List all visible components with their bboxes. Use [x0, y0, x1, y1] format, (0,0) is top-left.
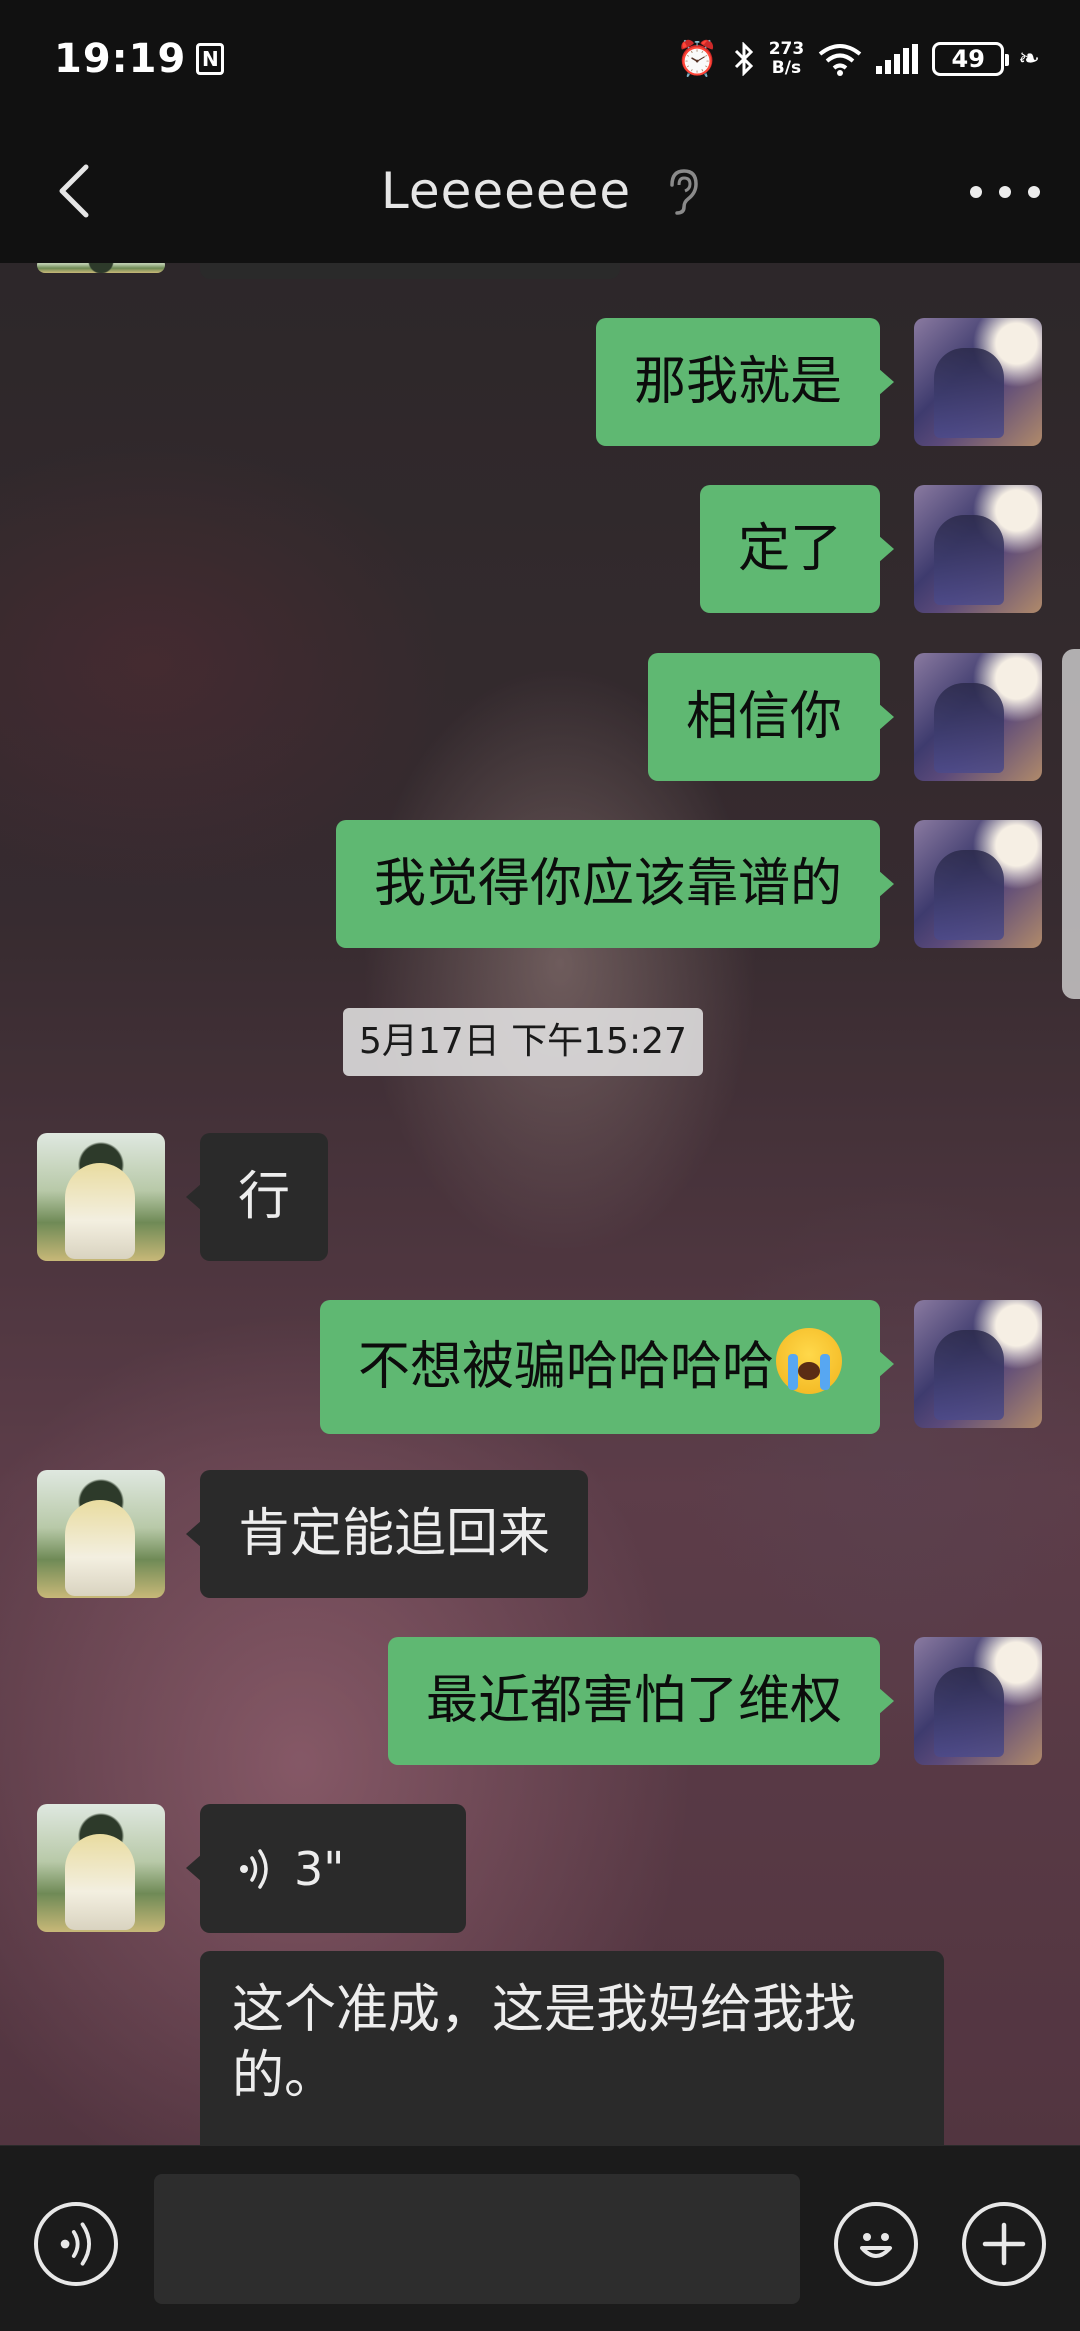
- contact-avatar[interactable]: [37, 263, 165, 273]
- wifi-icon: [818, 44, 862, 76]
- scrollbar-handle[interactable]: [1062, 649, 1080, 999]
- more-dot-icon: [999, 186, 1011, 198]
- cellular-signal-icon: [876, 44, 919, 74]
- voice-input-toggle-button[interactable]: [34, 2202, 118, 2286]
- power-saving-leaf-icon: ❧: [1018, 44, 1040, 74]
- message-timestamp: 5月17日 下午15:27: [343, 1008, 703, 1076]
- status-icons: ⏰ 273 B/s 49 ❧: [676, 40, 1040, 78]
- voice-duration: 3": [294, 1842, 345, 1896]
- network-speed-value: 273: [768, 39, 805, 59]
- sent-message-bubble[interactable]: 定了: [699, 485, 895, 613]
- back-button[interactable]: [44, 158, 104, 224]
- my-avatar[interactable]: [914, 1300, 1042, 1428]
- my-avatar[interactable]: [914, 1637, 1042, 1765]
- sent-message-bubble[interactable]: 相信你: [647, 653, 895, 781]
- sent-message-bubble[interactable]: 最近都害怕了维权: [387, 1637, 895, 1765]
- my-avatar[interactable]: [914, 485, 1042, 613]
- more-options-button[interactable]: [970, 164, 1040, 220]
- message-list[interactable]: 那我就是 定了 相信你 我觉得你应该靠谱的 5月17日 下午15:27 行 不想…: [0, 263, 1080, 2145]
- earpiece-mode-icon: [670, 168, 698, 215]
- network-speed: 273 B/s: [769, 40, 805, 78]
- my-avatar[interactable]: [914, 820, 1042, 948]
- plus-icon: [982, 2222, 1026, 2266]
- contact-avatar[interactable]: [37, 1133, 165, 1261]
- sent-message-bubble[interactable]: 不想被骗哈哈哈哈: [319, 1300, 895, 1434]
- sent-message-text: 不想被骗哈哈哈哈: [357, 1337, 774, 1397]
- received-message-bubble[interactable]: 这个准成，这是我妈给我找的。: [200, 1951, 944, 2145]
- nfc-icon: N: [196, 43, 225, 75]
- more-dot-icon: [1028, 186, 1040, 198]
- received-message-bubble[interactable]: 肯定能追回来: [185, 1470, 589, 1598]
- bluetooth-icon: [734, 42, 753, 76]
- contact-avatar[interactable]: [37, 1470, 165, 1598]
- voice-message-bubble[interactable]: 3": [186, 1804, 466, 1933]
- status-bar: 19:19 N ⏰ 273 B/s 49 ❧: [0, 0, 1080, 118]
- network-speed-unit: B/s: [771, 58, 802, 78]
- loudly-crying-emoji-icon: [776, 1328, 842, 1394]
- voice-wave-icon: [60, 2222, 91, 2266]
- contact-avatar[interactable]: [37, 1804, 165, 1932]
- alarm-icon: ⏰: [676, 39, 719, 79]
- battery-indicator: 49: [932, 42, 1010, 76]
- sent-message-bubble[interactable]: 我觉得你应该靠谱的: [335, 820, 895, 948]
- smiley-face-icon: [860, 2233, 892, 2258]
- my-avatar[interactable]: [914, 653, 1042, 781]
- sent-message-bubble[interactable]: 那我就是: [595, 318, 895, 446]
- voice-wave-icon: [240, 1849, 268, 1889]
- received-message-bubble[interactable]: 行: [185, 1133, 329, 1261]
- chat-screen: 19:19 N ⏰ 273 B/s 49 ❧ Leeeeeee 那我就是 定了 …: [0, 0, 1080, 2331]
- status-time: 19:19: [54, 36, 187, 82]
- battery-level: 49: [951, 45, 985, 73]
- chat-header: Leeeeeee: [0, 118, 1080, 263]
- chat-title: Leeeeeee: [380, 161, 632, 220]
- previous-message-bubble[interactable]: [200, 263, 620, 279]
- my-avatar[interactable]: [914, 318, 1042, 446]
- chevron-left-icon: [59, 164, 89, 218]
- input-bar: [0, 2145, 1080, 2331]
- message-input[interactable]: [154, 2174, 800, 2304]
- more-dot-icon: [970, 186, 982, 198]
- emoji-button[interactable]: [834, 2202, 918, 2286]
- more-functions-plus-button[interactable]: [962, 2202, 1046, 2286]
